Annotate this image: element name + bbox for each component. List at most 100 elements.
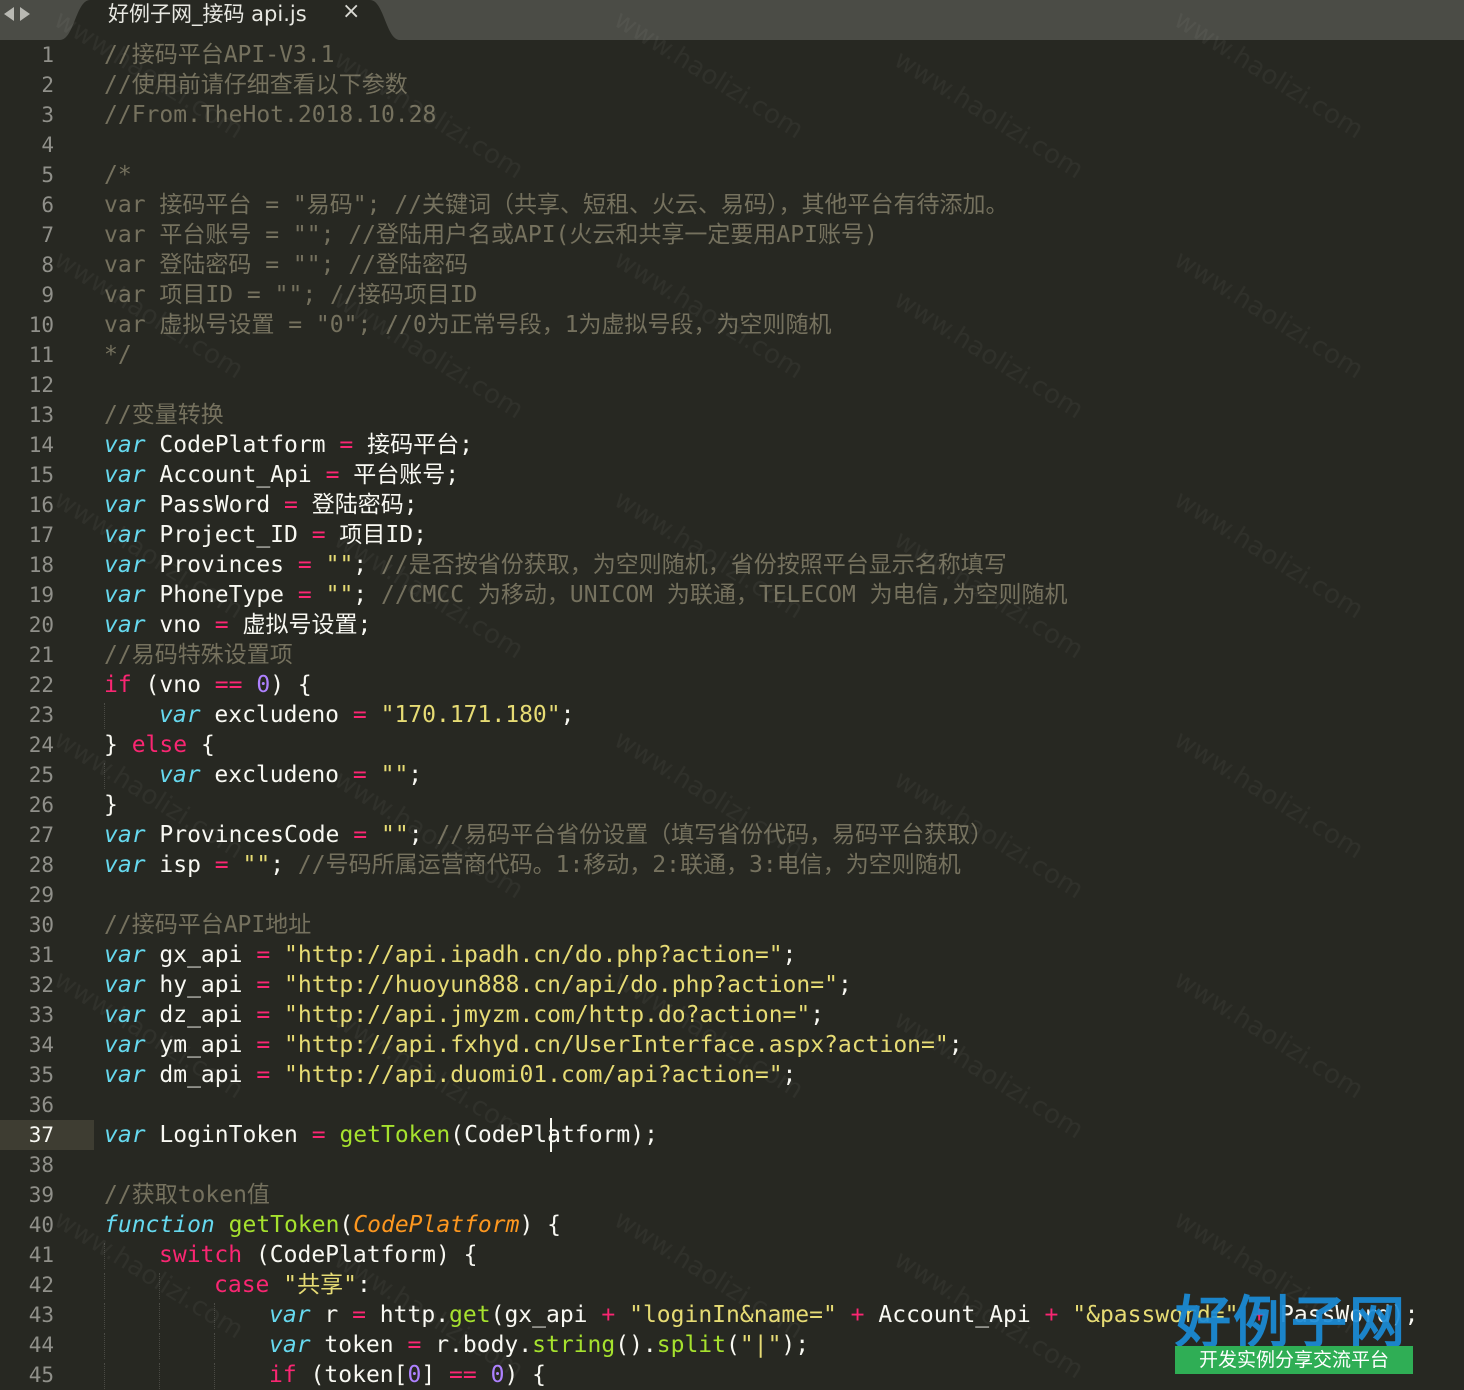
line-number: 13 <box>28 403 54 427</box>
chevron-left-icon[interactable] <box>4 7 14 21</box>
code-token: if <box>269 1362 297 1388</box>
code-line[interactable]: 39 //获取token值 <box>0 1180 1464 1210</box>
code-text: } else { <box>104 730 215 760</box>
code-line[interactable]: 3 //From.TheHot.2018.10.28 <box>0 100 1464 130</box>
code-line[interactable]: 16 var PassWord = 登陆密码; <box>0 490 1464 520</box>
code-text: //变量转换 <box>104 400 224 430</box>
code-token: var 虚拟号设置 = "0"; //0为正常号段，1为虚拟号段，为空则随机 <box>104 312 832 338</box>
code-line[interactable]: 17 var Project_ID = 项目ID; <box>0 520 1464 550</box>
code-token: = <box>256 1062 271 1088</box>
code-token: function <box>104 1212 215 1238</box>
line-number: 14 <box>28 433 54 457</box>
line-number: 6 <box>41 193 54 217</box>
code-text: */ <box>104 340 132 370</box>
code-line[interactable]: 38 <box>0 1150 1464 1180</box>
indent-guide <box>104 1332 159 1359</box>
code-token: = <box>297 582 312 608</box>
code-text: //接码平台API-V3.1 <box>104 40 334 70</box>
code-token: 项目ID; <box>325 522 427 548</box>
code-line[interactable]: 10 var 虚拟号设置 = "0"; //0为正常号段，1为虚拟号段，为空则随机 <box>0 310 1464 340</box>
code-line[interactable]: 28 var isp = ""; //号码所属运营商代码。1:移动，2:联通，3:… <box>0 850 1464 880</box>
code-line[interactable]: 22 if (vno == 0) { <box>0 670 1464 700</box>
code-token: ; <box>837 972 852 998</box>
code-line[interactable]: 25 var excludeno = ""; <box>0 760 1464 790</box>
code-line[interactable]: 29 <box>0 880 1464 910</box>
line-number: 23 <box>28 703 54 727</box>
code-token: : <box>356 1272 371 1298</box>
close-icon[interactable]: × <box>342 0 360 24</box>
code-token: = <box>256 1002 271 1028</box>
line-number: 4 <box>41 133 54 157</box>
code-line[interactable]: 32 var hy_api = "http://huoyun888.cn/api/… <box>0 970 1464 1000</box>
indent-guide <box>104 1242 159 1269</box>
code-token: (vno <box>131 672 215 698</box>
code-line[interactable]: 19 var PhoneType = ""; //CMCC 为移动，UNICOM … <box>0 580 1464 610</box>
code-line[interactable]: 14 var CodePlatform = 接码平台; <box>0 430 1464 460</box>
code-line[interactable]: 8 var 登陆密码 = ""; //登陆密码 <box>0 250 1464 280</box>
code-line[interactable]: 26} <box>0 790 1464 820</box>
code-line[interactable]: 12 <box>0 370 1464 400</box>
code-line[interactable]: 21 //易码特殊设置项 <box>0 640 1464 670</box>
code-line[interactable]: 41 switch (CodePlatform) { <box>0 1240 1464 1270</box>
line-number: 21 <box>28 643 54 667</box>
code-line[interactable]: 24 } else { <box>0 730 1464 760</box>
code-line[interactable]: 30 //接码平台API地址 <box>0 910 1464 940</box>
code-text: var 虚拟号设置 = "0"; //0为正常号段，1为虚拟号段，为空则随机 <box>104 310 832 340</box>
code-token: dz_api <box>145 1002 257 1028</box>
code-line[interactable]: 23 var excludeno = "170.171.180"; <box>0 700 1464 730</box>
code-token: (CodePlatform) { <box>242 1242 478 1268</box>
code-text: var hy_api = "http://huoyun888.cn/api/do… <box>104 970 852 1000</box>
line-number: 24 <box>28 733 54 757</box>
code-line[interactable]: 37 var LoginToken = getToken(CodePlatform… <box>0 1118 1464 1152</box>
code-token: = <box>297 552 312 578</box>
code-line[interactable]: 11 */ <box>0 340 1464 370</box>
code-token: http. <box>365 1302 450 1328</box>
chevron-right-icon[interactable] <box>20 7 30 21</box>
code-token: var <box>104 852 146 878</box>
code-line[interactable]: 33 var dz_api = "http://api.jmyzm.com/htt… <box>0 1000 1464 1030</box>
code-text: var Project_ID = 项目ID; <box>104 520 427 550</box>
line-number: 43 <box>28 1303 54 1327</box>
indent-guide <box>159 1362 214 1389</box>
code-text: } <box>104 790 118 820</box>
line-number: 22 <box>28 673 54 697</box>
code-line[interactable]: 34 var ym_api = "http://api.fxhyd.cn/User… <box>0 1030 1464 1060</box>
line-number: 5 <box>41 163 54 187</box>
code-line[interactable]: 6 var 接码平台 = "易码"; //关键词（共享、短租、火云、易码），其他平… <box>0 190 1464 220</box>
code-token: case <box>214 1272 270 1298</box>
code-text: var CodePlatform = 接码平台; <box>104 430 473 460</box>
code-token: var <box>104 1122 146 1148</box>
indent-guide <box>159 1302 214 1329</box>
code-line[interactable]: 7 var 平台账号 = ""; //登陆用户名或API(火云和共享一定要用API… <box>0 220 1464 250</box>
code-line[interactable]: 5 /* <box>0 160 1464 190</box>
code-line[interactable]: 36 <box>0 1090 1464 1120</box>
code-line[interactable]: 18 var Provinces = ""; //是否按省份获取，为空则随机，省份… <box>0 550 1464 580</box>
line-number: 18 <box>28 553 54 577</box>
code-token: ; <box>353 582 381 608</box>
code-line[interactable]: 20 var vno = 虚拟号设置; <box>0 610 1464 640</box>
code-line[interactable]: 4 <box>0 130 1464 160</box>
code-line[interactable]: 13 //变量转换 <box>0 400 1464 430</box>
code-token: var <box>104 612 146 638</box>
code-token: Account_Api <box>145 462 326 488</box>
code-token: (). <box>615 1332 657 1358</box>
code-line[interactable]: 27 var ProvincesCode = ""; //易码平台省份设置（填写省… <box>0 820 1464 850</box>
code-line[interactable]: 31 var gx_api = "http://api.ipadh.cn/do.p… <box>0 940 1464 970</box>
code-editor[interactable]: 1 //接码平台API-V3.1 2 //使用前请仔细查看以下参数 3 //From.Th… <box>0 40 1464 1389</box>
code-token: getToken <box>339 1122 451 1148</box>
code-line[interactable]: 35 var dm_api = "http://api.duomi01.com/a… <box>0 1060 1464 1090</box>
line-number: 3 <box>41 103 54 127</box>
code-token: == <box>214 672 243 698</box>
code-line[interactable]: 2 //使用前请仔细查看以下参数 <box>0 70 1464 100</box>
code-token: excludeno <box>200 762 353 788</box>
tab-active-file[interactable]: 好例子网_接码 api.js × <box>60 0 400 40</box>
code-line[interactable]: 40 function getToken(CodePlatform) { <box>0 1210 1464 1240</box>
code-line[interactable]: 9 var 项目ID = ""; //接码项目ID <box>0 280 1464 310</box>
code-line[interactable]: 15 var Account_Api = 平台账号; <box>0 460 1464 490</box>
code-text: var Provinces = ""; //是否按省份获取，为空则随机，省份按照… <box>104 550 1007 580</box>
indent-guide <box>214 1332 269 1359</box>
code-line[interactable]: 1 //接码平台API-V3.1 <box>0 40 1464 70</box>
code-token: 0 <box>490 1362 505 1388</box>
code-text: var 登陆密码 = ""; //登陆密码 <box>104 250 468 280</box>
